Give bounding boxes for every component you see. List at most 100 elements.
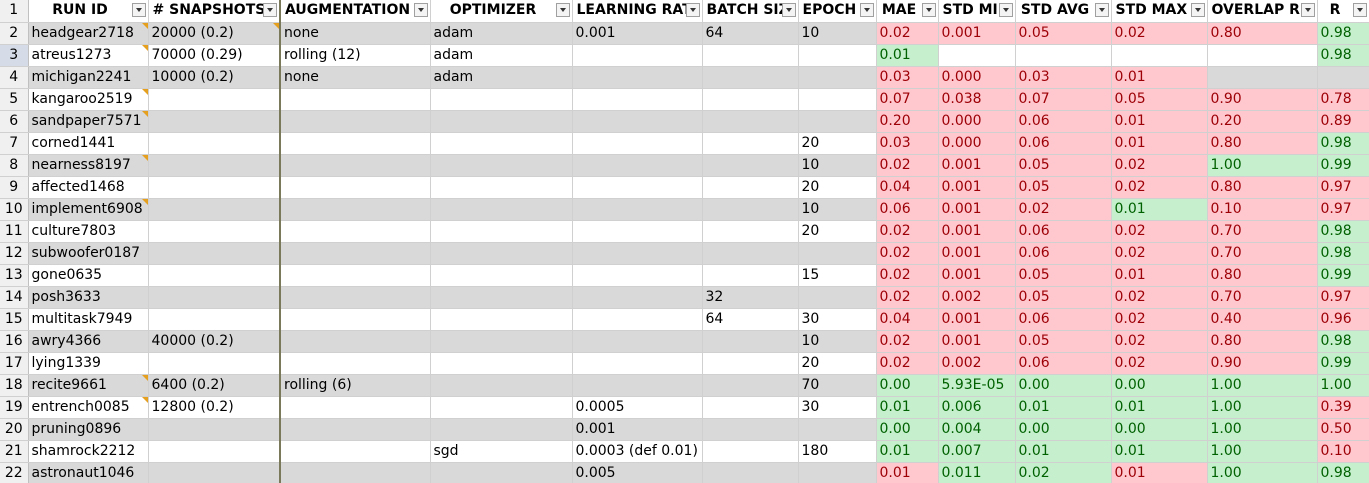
cell[interactable]: 0.10 [1317, 440, 1369, 463]
filter-dropdown-icon[interactable] [1300, 3, 1315, 17]
cell[interactable]: 0.03 [876, 132, 939, 155]
cell[interactable]: 15 [798, 264, 877, 287]
column-header[interactable]: OPTIMIZER [430, 0, 573, 23]
cell[interactable] [572, 132, 703, 155]
cell[interactable] [702, 374, 799, 397]
cell[interactable] [280, 220, 431, 243]
filter-dropdown-icon[interactable] [131, 3, 146, 17]
cell[interactable]: 0.006 [938, 396, 1016, 419]
cell[interactable] [148, 154, 281, 177]
cell[interactable]: 0.02 [876, 330, 939, 353]
column-header[interactable]: MAE [876, 0, 939, 23]
cell[interactable]: 0.011 [938, 462, 1016, 483]
cell[interactable]: 0.06 [1015, 308, 1112, 331]
cell[interactable]: implement6908 [28, 198, 149, 221]
row-number[interactable]: 18 [0, 374, 29, 397]
cell[interactable]: 0.05 [1015, 22, 1112, 45]
cell[interactable]: corned1441 [28, 132, 149, 155]
filter-dropdown-icon[interactable] [1190, 3, 1205, 17]
row-number[interactable]: 21 [0, 440, 29, 463]
cell[interactable] [148, 132, 281, 155]
cell[interactable]: 0.80 [1207, 330, 1318, 353]
row-number[interactable]: 20 [0, 418, 29, 441]
cell[interactable]: 0.05 [1015, 286, 1112, 309]
cell[interactable] [702, 220, 799, 243]
filter-dropdown-icon[interactable] [555, 3, 570, 17]
column-header[interactable]: BATCH SIZ [702, 0, 799, 23]
cell[interactable]: 0.05 [1111, 88, 1208, 111]
cell[interactable] [702, 440, 799, 463]
cell[interactable]: 0.001 [938, 198, 1016, 221]
data-table[interactable]: 1 RUN ID # SNAPSHOTS AUGMENTATION OPTIMI… [0, 0, 1369, 483]
cell[interactable] [430, 176, 573, 199]
cell[interactable]: 0.001 [938, 330, 1016, 353]
cell[interactable]: 0.00 [876, 418, 939, 441]
filter-dropdown-icon[interactable] [859, 3, 874, 17]
cell[interactable] [148, 110, 281, 133]
cell[interactable]: 10 [798, 154, 877, 177]
cell[interactable] [280, 132, 431, 155]
cell[interactable]: 180 [798, 440, 877, 463]
row-number[interactable]: 3 [0, 44, 29, 67]
cell[interactable]: 0.01 [876, 462, 939, 483]
cell[interactable] [572, 66, 703, 89]
cell[interactable]: 0.01 [1015, 440, 1112, 463]
cell[interactable]: 0.01 [1111, 198, 1208, 221]
cell[interactable]: 0.97 [1317, 198, 1369, 221]
row-number[interactable]: 13 [0, 264, 29, 287]
cell[interactable] [430, 198, 573, 221]
cell[interactable]: 0.0005 [572, 396, 703, 419]
cell[interactable] [430, 154, 573, 177]
cell[interactable]: awry4366 [28, 330, 149, 353]
filter-dropdown-icon[interactable] [413, 3, 428, 17]
filter-dropdown-icon[interactable] [263, 3, 277, 17]
cell[interactable]: pruning0896 [28, 418, 149, 441]
cell[interactable]: 1.00 [1207, 396, 1318, 419]
cell[interactable]: subwoofer0187 [28, 242, 149, 265]
cell[interactable] [148, 308, 281, 331]
cell[interactable]: 0.03 [1015, 66, 1112, 89]
cell[interactable]: sandpaper7571 [28, 110, 149, 133]
cell[interactable]: kangaroo2519 [28, 88, 149, 111]
cell[interactable]: 10 [798, 22, 877, 45]
cell[interactable] [572, 110, 703, 133]
filter-dropdown-icon[interactable] [1094, 3, 1109, 17]
cell[interactable]: 0.001 [938, 176, 1016, 199]
cell[interactable]: 0.05 [1015, 330, 1112, 353]
cell[interactable]: adam [430, 22, 573, 45]
row-number[interactable]: 7 [0, 132, 29, 155]
row-number[interactable]: 22 [0, 462, 29, 483]
row-number[interactable]: 17 [0, 352, 29, 375]
cell[interactable]: 0.80 [1207, 176, 1318, 199]
cell[interactable]: 0.007 [938, 440, 1016, 463]
row-number[interactable]: 19 [0, 396, 29, 419]
cell[interactable]: 0.02 [876, 242, 939, 265]
cell[interactable]: posh3633 [28, 286, 149, 309]
cell[interactable] [572, 374, 703, 397]
cell[interactable] [798, 462, 877, 483]
cell[interactable] [430, 352, 573, 375]
cell[interactable]: 0.02 [876, 264, 939, 287]
cell[interactable] [1207, 66, 1318, 89]
cell[interactable] [572, 88, 703, 111]
cell[interactable]: 32 [702, 286, 799, 309]
cell[interactable]: 0.01 [1111, 110, 1208, 133]
cell[interactable]: 30 [798, 308, 877, 331]
cell[interactable]: rolling (6) [280, 374, 431, 397]
column-header[interactable]: R [1317, 0, 1369, 23]
cell[interactable] [798, 110, 877, 133]
cell[interactable]: 0.0003 (def 0.01) [572, 440, 703, 463]
cell[interactable]: 0.90 [1207, 88, 1318, 111]
cell[interactable]: 0.02 [876, 154, 939, 177]
cell[interactable]: 0.06 [1015, 132, 1112, 155]
cell[interactable]: 0.02 [876, 286, 939, 309]
cell[interactable] [280, 440, 431, 463]
cell[interactable] [148, 418, 281, 441]
cell[interactable]: 0.80 [1207, 264, 1318, 287]
cell[interactable]: 0.99 [1317, 154, 1369, 177]
cell[interactable] [430, 264, 573, 287]
cell[interactable]: 40000 (0.2) [148, 330, 281, 353]
cell[interactable]: 0.02 [1111, 220, 1208, 243]
cell[interactable] [430, 330, 573, 353]
cell[interactable]: 0.001 [572, 418, 703, 441]
